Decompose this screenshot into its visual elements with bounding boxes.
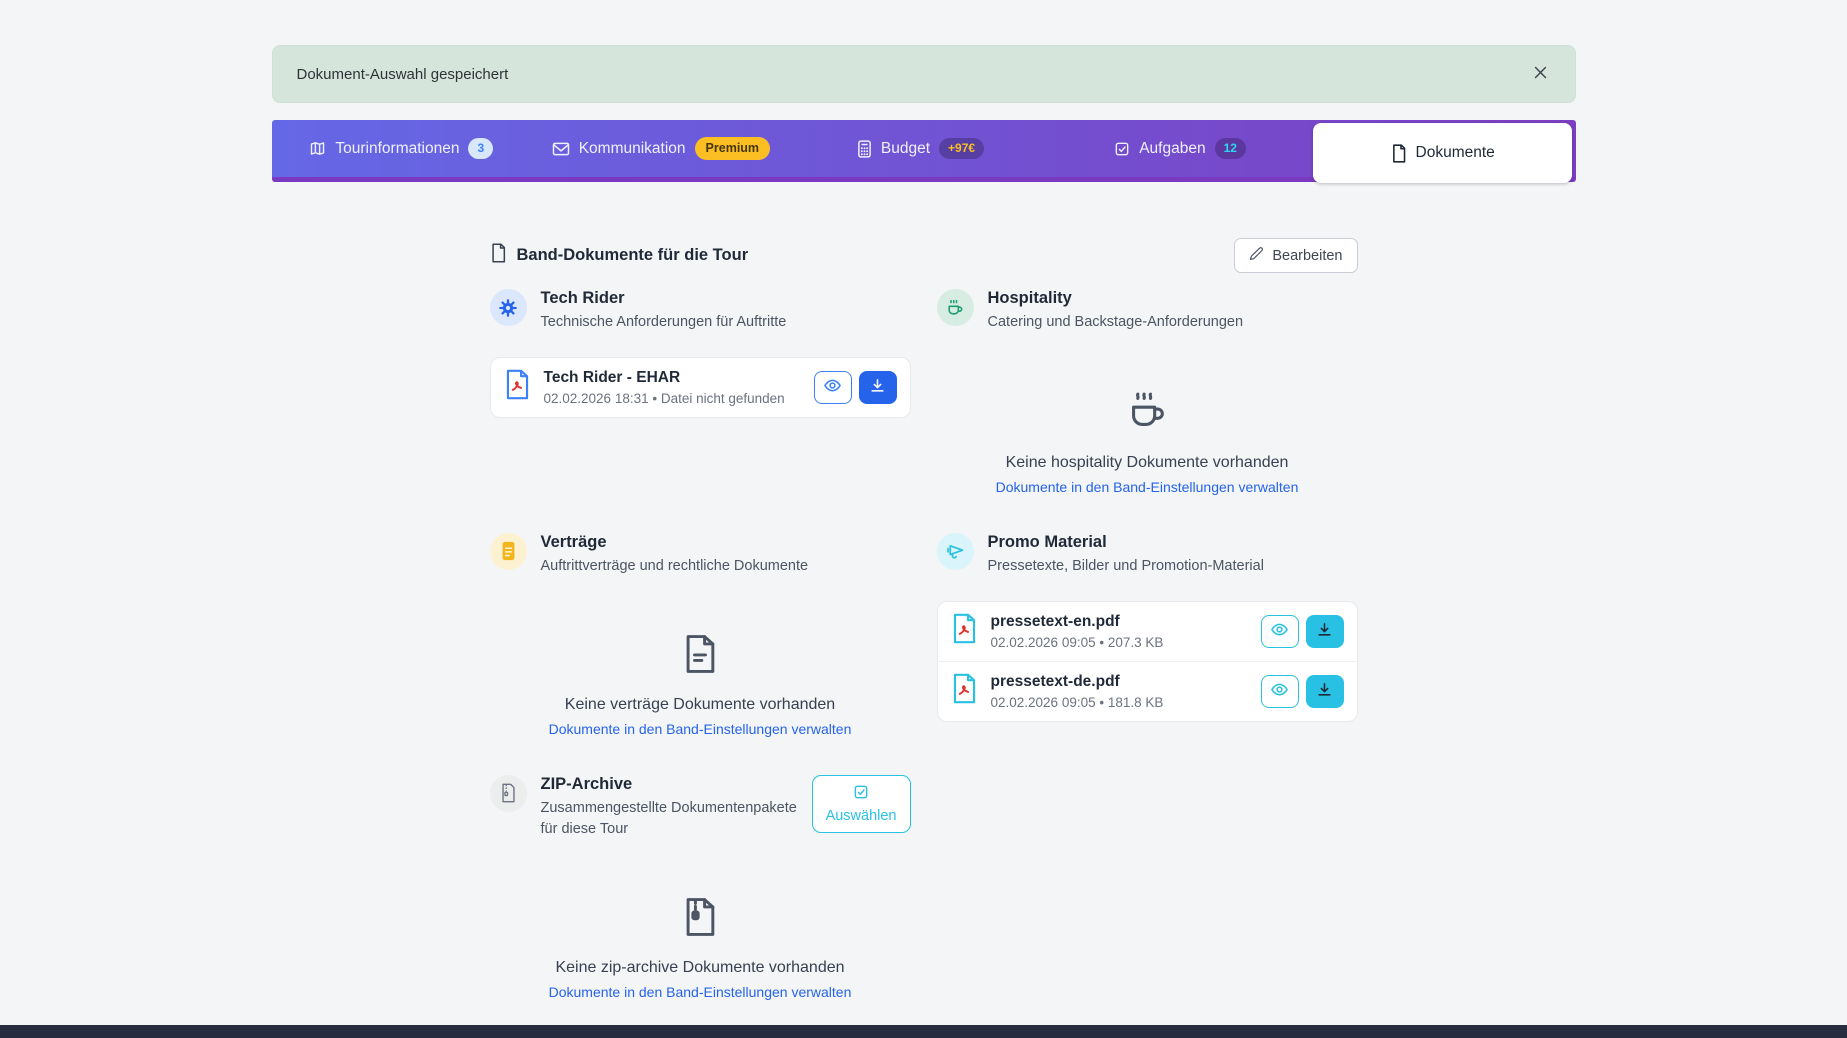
tab-kommunikation[interactable]: Kommunikation Premium [531,120,791,177]
section-title: Tech Rider [541,289,911,308]
tab-aufgaben[interactable]: Aufgaben 12 [1050,120,1310,177]
preview-button[interactable] [1261,675,1299,708]
file-row: Tech Rider - EHAR 02.02.2026 18:31 • Dat… [491,358,910,417]
section-hospitality: Hospitality Catering und Backstage-Anfor… [937,287,1358,497]
download-button[interactable] [859,371,897,404]
checkbox-icon [853,784,869,804]
tab-label: Dokumente [1416,144,1495,162]
file-name: Tech Rider - EHAR [544,369,801,387]
document-icon [1391,144,1407,163]
empty-state: Keine verträge Dokumente vorhanden Dokum… [490,632,911,739]
page-title: Band-Dokumente für die Tour [517,246,749,265]
tab-label: Budget [881,140,930,158]
section-title: Hospitality [988,289,1358,308]
map-icon [309,140,326,157]
tab-count-badge: 3 [468,138,493,158]
empty-state-text: Keine hospitality Dokumente vorhanden [937,454,1358,472]
pdf-file-icon [951,673,978,709]
download-icon [1316,681,1333,701]
eye-icon [1270,620,1289,642]
coffee-cup-icon [937,289,974,326]
tab-label: Aufgaben [1139,140,1205,158]
file-meta: 02.02.2026 09:05 • 181.8 KB [991,695,1248,710]
tab-label: Kommunikation [579,140,686,158]
section-title: Promo Material [988,533,1358,552]
file-row: pressetext-de.pdf 02.02.2026 09:05 • 181… [938,661,1357,721]
mail-icon [552,141,570,157]
section-title: Verträge [541,533,911,552]
megaphone-icon [937,533,974,570]
preview-button[interactable] [1261,615,1299,648]
bottom-bar [0,1025,1847,1038]
section-subtitle: Pressetexte, Bilder und Promotion-Materi… [988,556,1358,578]
section-subtitle: Auftrittverträge und rechtliche Dokument… [541,556,911,578]
file-meta: 02.02.2026 18:31 • Datei nicht gefunden [544,391,801,406]
eye-icon [823,376,842,398]
notification-banner: Dokument-Auswahl gespeichert [272,45,1576,103]
file-list: pressetext-en.pdf 02.02.2026 09:05 • 207… [937,601,1358,722]
section-vertraege: Verträge Auftrittverträge und rechtliche… [490,531,911,739]
select-button[interactable]: Auswählen [812,775,911,833]
file-name: pressetext-en.pdf [991,613,1248,631]
file-name: pressetext-de.pdf [991,673,1248,691]
tab-budget[interactable]: Budget +97€ [791,120,1051,177]
download-icon [1316,621,1333,641]
empty-state-text: Keine zip-archive Dokumente vorhanden [490,959,911,977]
pencil-icon [1249,246,1264,265]
empty-state-text: Keine verträge Dokumente vorhanden [490,696,911,714]
edit-button-label: Bearbeiten [1272,248,1342,264]
tab-count-badge: 12 [1215,138,1246,158]
gear-icon [490,289,527,326]
empty-state: Keine zip-archive Dokumente vorhanden Do… [490,895,911,1002]
tab-dokumente[interactable]: Dokumente [1313,123,1573,183]
calculator-icon [857,140,872,158]
contract-document-icon [490,533,527,570]
coffee-cup-icon [1124,421,1170,438]
file-card: Tech Rider - EHAR 02.02.2026 18:31 • Dat… [490,357,911,418]
tab-bar: Tourinformationen 3 Kommunikation Premiu… [272,120,1576,182]
empty-state: Keine hospitality Dokumente vorhanden Do… [937,388,1358,497]
download-button[interactable] [1306,615,1344,648]
manage-documents-link[interactable]: Dokumente in den Band-Einstellungen verw… [996,479,1299,495]
select-button-label: Auswählen [826,808,897,824]
tab-label: Tourinformationen [335,140,459,158]
section-tech-rider: Tech Rider Technische Anforderungen für … [490,287,911,497]
zip-file-icon [490,775,527,812]
section-subtitle: Zusammengestellte Dokumentenpakete für d… [541,798,798,842]
section-subtitle: Catering und Backstage-Anforderungen [988,312,1358,334]
manage-documents-link[interactable]: Dokumente in den Band-Einstellungen verw… [549,984,852,1000]
section-subtitle: Technische Anforderungen für Auftritte [541,312,911,334]
notification-message: Dokument-Auswahl gespeichert [297,66,509,83]
section-zip-archive: ZIP-Archive Zusammengestellte Dokumenten… [490,773,911,1003]
manage-documents-link[interactable]: Dokumente in den Band-Einstellungen verw… [549,721,852,737]
download-icon [869,377,886,397]
tab-tourinformationen[interactable]: Tourinformationen 3 [272,120,532,177]
section-promo-material: Promo Material Pressetexte, Bilder und P… [937,531,1358,739]
zip-file-icon [678,926,722,943]
preview-button[interactable] [814,371,852,404]
file-meta: 02.02.2026 09:05 • 207.3 KB [991,635,1248,650]
pdf-file-icon [504,369,531,405]
file-row: pressetext-en.pdf 02.02.2026 09:05 • 207… [938,602,1357,661]
edit-button[interactable]: Bearbeiten [1234,238,1357,273]
close-icon [1532,64,1549,84]
eye-icon [1270,680,1289,702]
section-title: ZIP-Archive [541,775,798,794]
budget-badge: +97€ [939,138,984,158]
tasks-checkbox-icon [1114,141,1130,157]
close-button[interactable] [1528,60,1553,88]
download-button[interactable] [1306,675,1344,708]
premium-badge: Premium [695,137,771,160]
document-icon [490,243,507,268]
page: Dokument-Auswahl gespeichert Tourinforma… [0,0,1847,1038]
page-header: Band-Dokumente für die Tour Bearbeiten [490,238,1358,273]
document-lines-icon [678,663,722,680]
pdf-file-icon [951,613,978,649]
